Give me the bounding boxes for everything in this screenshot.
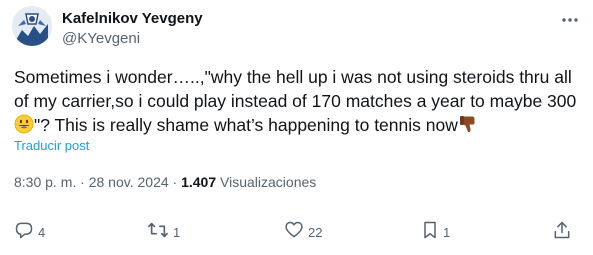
tweet-meta: 8:30 p. m. · 28 nov. 2024 · 1.407 Visual… (14, 174, 316, 190)
bookmark-icon (421, 220, 439, 245)
repost-count: 1 (173, 224, 181, 240)
thumbs-down-emoji-icon (458, 114, 478, 140)
like-count: 22 (308, 224, 323, 240)
reply-icon (14, 220, 34, 245)
avatar[interactable] (12, 6, 52, 46)
post-time[interactable]: 8:30 p. m. (14, 174, 76, 190)
reply-count: 4 (38, 224, 46, 240)
tweet-text-line-2: of my carrier,so i could play instead of… (14, 91, 577, 111)
reply-button[interactable]: 4 (14, 219, 45, 245)
tweet-text: Sometimes i wonder…..,"why the hell up i… (14, 65, 584, 140)
repost-button[interactable]: 1 (147, 219, 180, 245)
views-count: 1.407 (181, 174, 217, 190)
translate-post-link[interactable]: Traducir post (14, 138, 89, 153)
more-options-button[interactable] (556, 8, 584, 30)
bookmark-button[interactable]: 1 (421, 219, 450, 245)
tweet-text-line-3-text: "? This is really shame what’s happening… (34, 115, 458, 135)
tweet-text-line-3: "? This is really shame what’s happening… (14, 113, 584, 140)
grinning-face-emoji-icon (14, 114, 34, 140)
action-bar: 4 1 22 1 (0, 219, 593, 245)
views-label: Visualizaciones (220, 174, 317, 190)
tweet-text-line-1: Sometimes i wonder…..,"why the hell up i… (14, 67, 572, 87)
heart-icon (284, 220, 304, 245)
like-button[interactable]: 22 (284, 219, 322, 245)
share-icon (552, 220, 572, 245)
more-icon (561, 10, 579, 28)
repost-icon (147, 220, 169, 245)
meta-separator: · (80, 174, 85, 190)
author-name[interactable]: Kafelnikov Yevgeny (62, 10, 203, 27)
bookmark-count: 1 (443, 224, 451, 240)
post-date[interactable]: 28 nov. 2024 (89, 174, 169, 190)
share-button[interactable] (552, 219, 572, 245)
tweet-card: Kafelnikov Yevgeny @KYevgeni Sometimes i… (0, 0, 593, 255)
meta-separator-2: · (172, 174, 178, 190)
author-handle[interactable]: @KYevgeni (62, 30, 140, 47)
